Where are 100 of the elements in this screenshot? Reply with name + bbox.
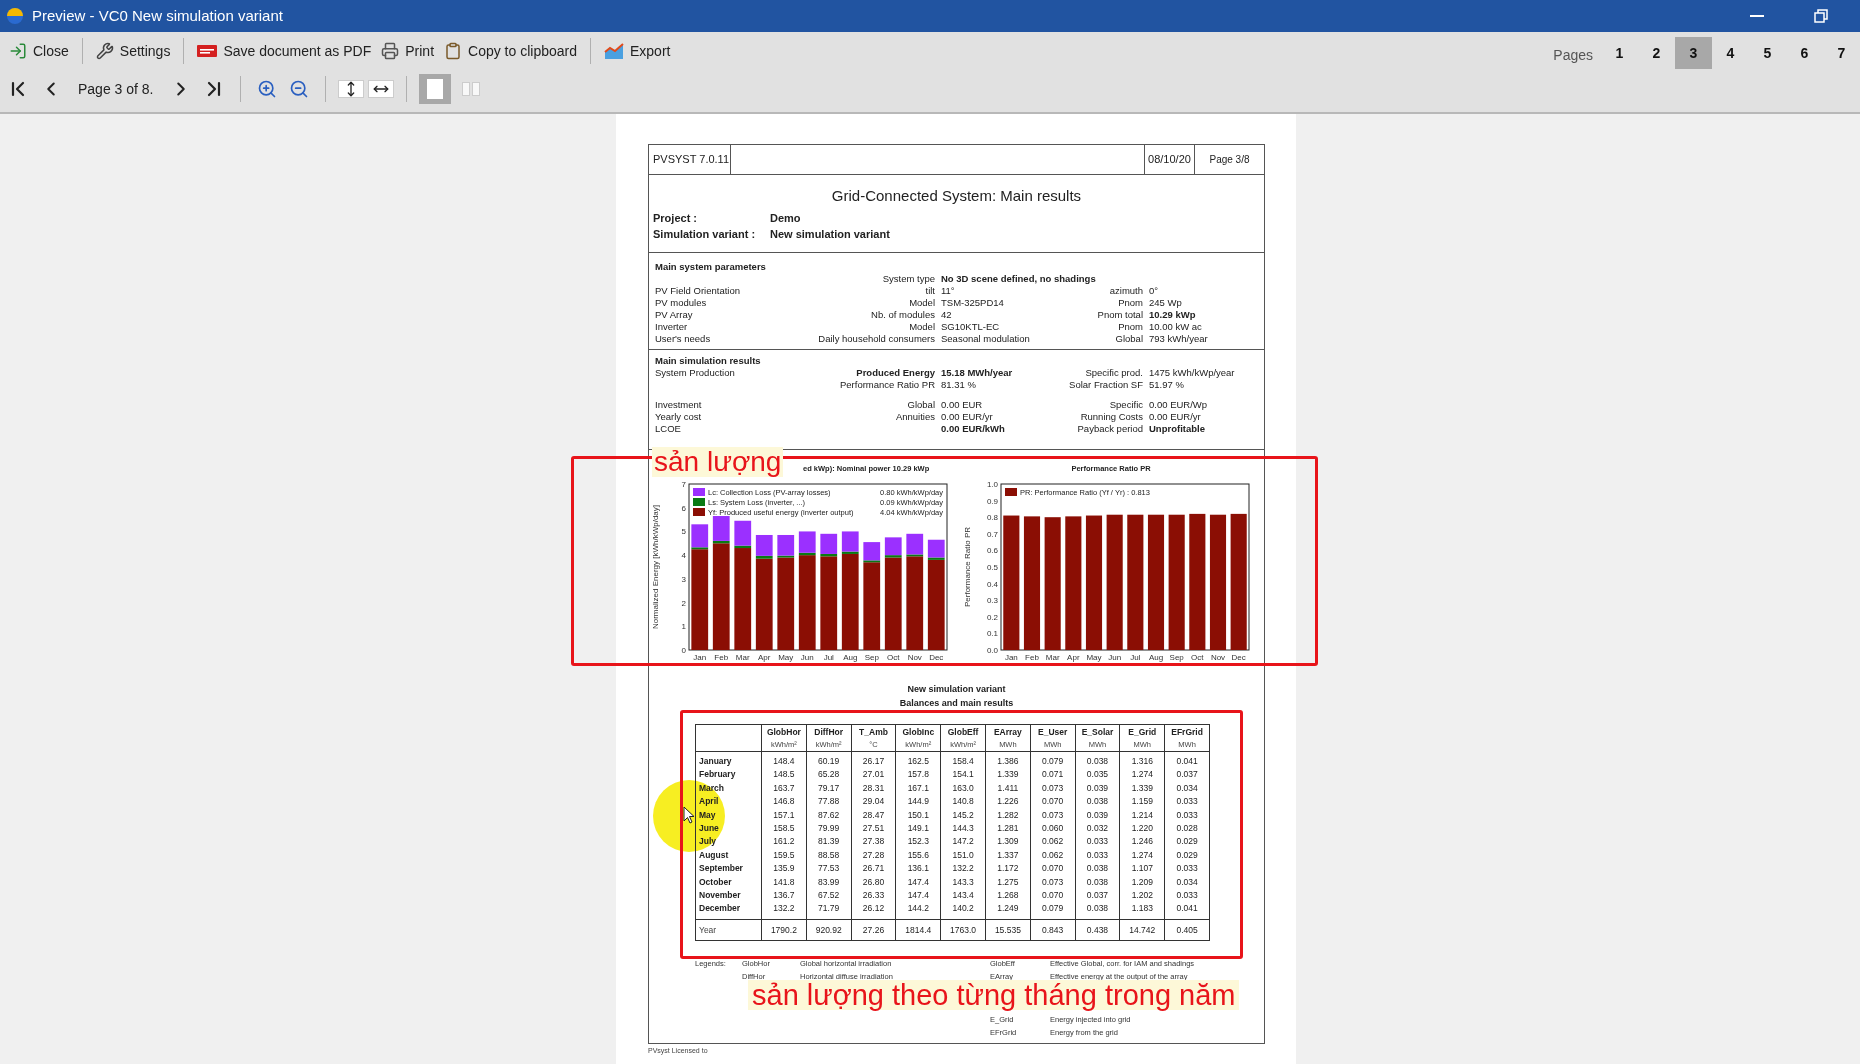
table-subtitle: Balances and main results	[899, 697, 1014, 710]
tick-label: 0.6	[986, 546, 998, 556]
tick-label: Sep	[864, 653, 879, 662]
field-label: Solar Fraction SF	[1068, 379, 1143, 391]
fit-width-button[interactable]	[367, 80, 394, 98]
legend-swatch	[1005, 488, 1017, 496]
toolbar-button[interactable]: Save document as PDF	[192, 36, 377, 66]
page-tab[interactable]: 6	[1786, 37, 1823, 69]
page-tab[interactable]: 1	[1601, 37, 1638, 69]
page-tab[interactable]: 3	[1675, 37, 1712, 69]
table-cell: 1.309	[985, 835, 1031, 849]
column-header: T_Amb	[858, 726, 889, 739]
field-value: 1475 kWh/kWp/year	[1149, 367, 1236, 379]
field-value: 245 Wp	[1149, 297, 1183, 309]
page-tab[interactable]: 2	[1638, 37, 1675, 69]
tick-label: 0.0	[986, 646, 998, 655]
tick-label: 5	[681, 527, 686, 537]
legend-swatch	[693, 508, 705, 516]
table-cell: 1.226	[985, 795, 1031, 809]
table-cell: 0.073	[1030, 781, 1076, 796]
field-label: Specific	[1108, 399, 1143, 411]
table-cell: 0.033	[1164, 795, 1210, 809]
table-cell: 79.17	[806, 781, 852, 796]
table-cell: 0.070	[1030, 795, 1076, 809]
page-tab[interactable]: 4	[1712, 37, 1749, 69]
tick-label: May	[778, 653, 794, 662]
table-cell: 0.029	[1164, 835, 1210, 849]
table-cell: 0.035	[1075, 768, 1120, 782]
table-cell: 161.2	[761, 835, 807, 849]
table-cell: 157.8	[895, 768, 941, 782]
page-tab[interactable]: 7	[1823, 37, 1860, 69]
tick-label: Jun	[800, 653, 814, 662]
restore-icon[interactable]	[1814, 9, 1828, 23]
table-cell: 0.033	[1164, 889, 1210, 903]
toolbar-button[interactable]: Settings	[90, 36, 176, 66]
table-cell: 1.246	[1119, 835, 1165, 849]
tick-label: 0.4	[986, 579, 998, 589]
field-value: 0.00 EUR/kWh	[941, 423, 1006, 435]
table-cell: 0.073	[1030, 875, 1076, 890]
tick-label: 1	[681, 622, 686, 632]
table-cell: 1814.4	[895, 919, 941, 941]
row-label: User's needs	[655, 333, 712, 345]
toolbar-button[interactable]: Close	[4, 36, 74, 66]
table-cell: 159.5	[761, 848, 807, 863]
field-label: Daily household consumers	[817, 333, 935, 345]
table-cell: 141.8	[761, 875, 807, 890]
table-cell: 0.060	[1030, 822, 1076, 836]
table-cell: 1.337	[985, 848, 1031, 863]
tick-label: 0.2	[986, 612, 998, 622]
table-cell: 1.274	[1119, 848, 1165, 863]
page-indicator: Page 3 of 8.	[77, 79, 155, 99]
field-value: SG10KTL-EC	[941, 321, 1001, 333]
field-value: 42	[941, 309, 953, 321]
fit-height-button[interactable]	[337, 80, 364, 98]
annotation-text: sản lượng theo từng tháng trong năm	[748, 980, 1240, 1010]
table-cell: 152.3	[895, 835, 941, 849]
field-value: Unprofitable	[1149, 423, 1206, 435]
toolbar-button[interactable]: Export	[599, 36, 676, 66]
table-cell: 1.214	[1119, 808, 1165, 823]
month-cell: December	[695, 902, 762, 920]
table-cell: 1.274	[1119, 768, 1165, 782]
month-cell: August	[695, 848, 762, 863]
table-cell: 28.31	[851, 781, 896, 796]
mouse-pointer-icon	[683, 806, 695, 824]
field-value: 0.00 EUR	[941, 399, 984, 411]
table-cell: 27.28	[851, 848, 896, 863]
window-title: Preview - VC0 New simulation variant	[32, 5, 283, 26]
zoom-out-icon	[288, 79, 309, 99]
field-label: tilt	[924, 285, 935, 297]
section-heading: Main system parameters	[655, 261, 767, 273]
table-cell: 147.4	[895, 875, 941, 890]
column-header: GlobEff	[946, 726, 980, 739]
tick-label: Apr	[758, 653, 771, 662]
tick-label: May	[1086, 653, 1102, 662]
table-cell: 0.070	[1030, 862, 1076, 876]
field-label: Produced Energy	[855, 367, 935, 379]
field-label: Annuities	[894, 411, 935, 423]
table-cell: 0.034	[1164, 875, 1210, 890]
tick-label: 0.3	[986, 596, 998, 606]
table-cell: 0.041	[1164, 902, 1210, 920]
field-value: 0.00 EUR/Wp	[1149, 399, 1209, 411]
tick-label: 7	[681, 480, 686, 489]
month-cell: November	[695, 889, 762, 903]
row-label: LCOE	[655, 423, 682, 435]
tick-label: 0.5	[986, 563, 998, 572]
table-cell: 158.5	[761, 822, 807, 836]
table-cell: 65.28	[806, 768, 852, 782]
table-cell: 26.71	[851, 862, 896, 876]
table-cell: 132.2	[761, 902, 807, 920]
month-cell: June	[695, 822, 762, 836]
toolbar-button[interactable]: Copy to clipboard	[439, 36, 582, 66]
tick-label: 2	[681, 598, 686, 608]
row-label: Inverter	[655, 321, 689, 333]
page-tab[interactable]: 5	[1749, 37, 1786, 69]
field-label: Project :	[653, 211, 698, 226]
table-cell: 0.038	[1075, 795, 1120, 809]
table-cell: 1.268	[985, 889, 1031, 903]
field-label: Pnom	[1117, 321, 1143, 333]
print-icon	[381, 42, 400, 60]
toolbar-button[interactable]: Print	[376, 36, 440, 66]
